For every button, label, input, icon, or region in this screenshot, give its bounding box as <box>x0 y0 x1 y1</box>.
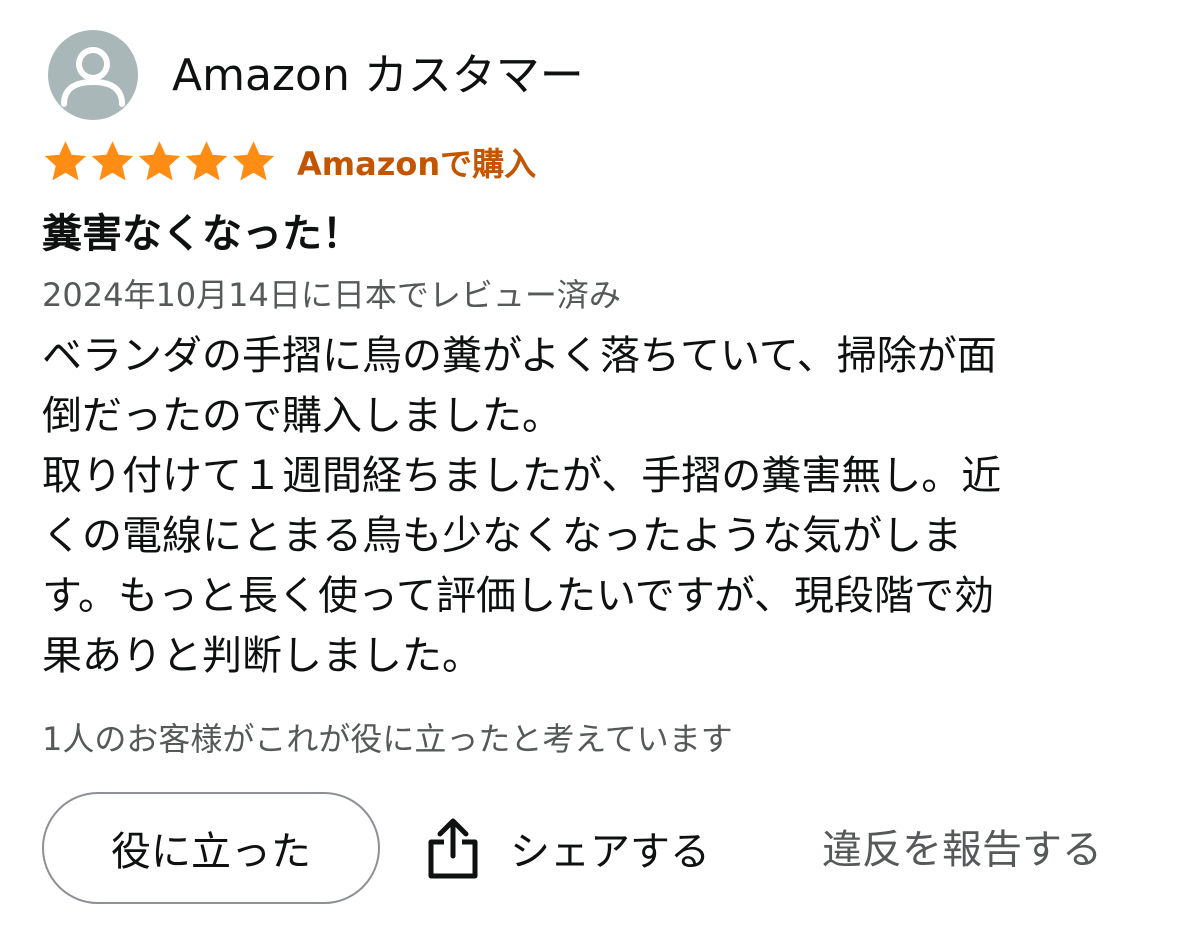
avatar <box>48 30 138 120</box>
review-body-line: ベランダの手摺に鳥の糞がよく落ちていて、掃除が面 <box>42 333 997 379</box>
helpful-count: 1人のお客様がこれが役に立ったと考えています <box>42 720 733 758</box>
share-label: シェアする <box>510 829 710 875</box>
star-icon <box>44 141 87 181</box>
review-body-line: す。もっと長く使って評価したいですが、現段階で効 <box>42 573 994 619</box>
star-icon <box>185 141 228 181</box>
star-icon <box>138 141 181 181</box>
star-rating <box>42 138 277 186</box>
review-body-line: くの電線にとまる鳥も少なくなったような気がしま <box>42 513 962 559</box>
review-date: 2024年10月14日に日本でレビュー済み <box>42 276 621 314</box>
review-body: ベランダの手摺に鳥の糞がよく落ちていて、掃除が面 倒だったので購入しました。 取… <box>42 326 1142 686</box>
review-title: 糞害なくなった！ <box>42 211 362 257</box>
person-silhouette-icon <box>61 47 125 107</box>
review-body-line: 倒だったので購入しました。 <box>42 393 562 439</box>
reviewer-name[interactable]: Amazon カスタマー <box>172 48 584 104</box>
helpful-button[interactable]: 役に立った <box>42 792 380 904</box>
verified-purchase-badge: Amazonで購入 <box>297 145 537 183</box>
rating-row: Amazonで購入 <box>42 138 536 186</box>
share-button[interactable]: シェアする <box>426 815 710 881</box>
share-icon <box>428 818 478 879</box>
report-abuse-link[interactable]: 違反を報告する <box>822 822 1102 878</box>
star-icon <box>91 141 134 181</box>
review-body-line: 取り付けて１週間経ちましたが、手摺の糞害無し。近 <box>42 453 1002 499</box>
review-body-line: 果ありと判断しました。 <box>42 633 482 679</box>
star-icon <box>232 141 275 181</box>
